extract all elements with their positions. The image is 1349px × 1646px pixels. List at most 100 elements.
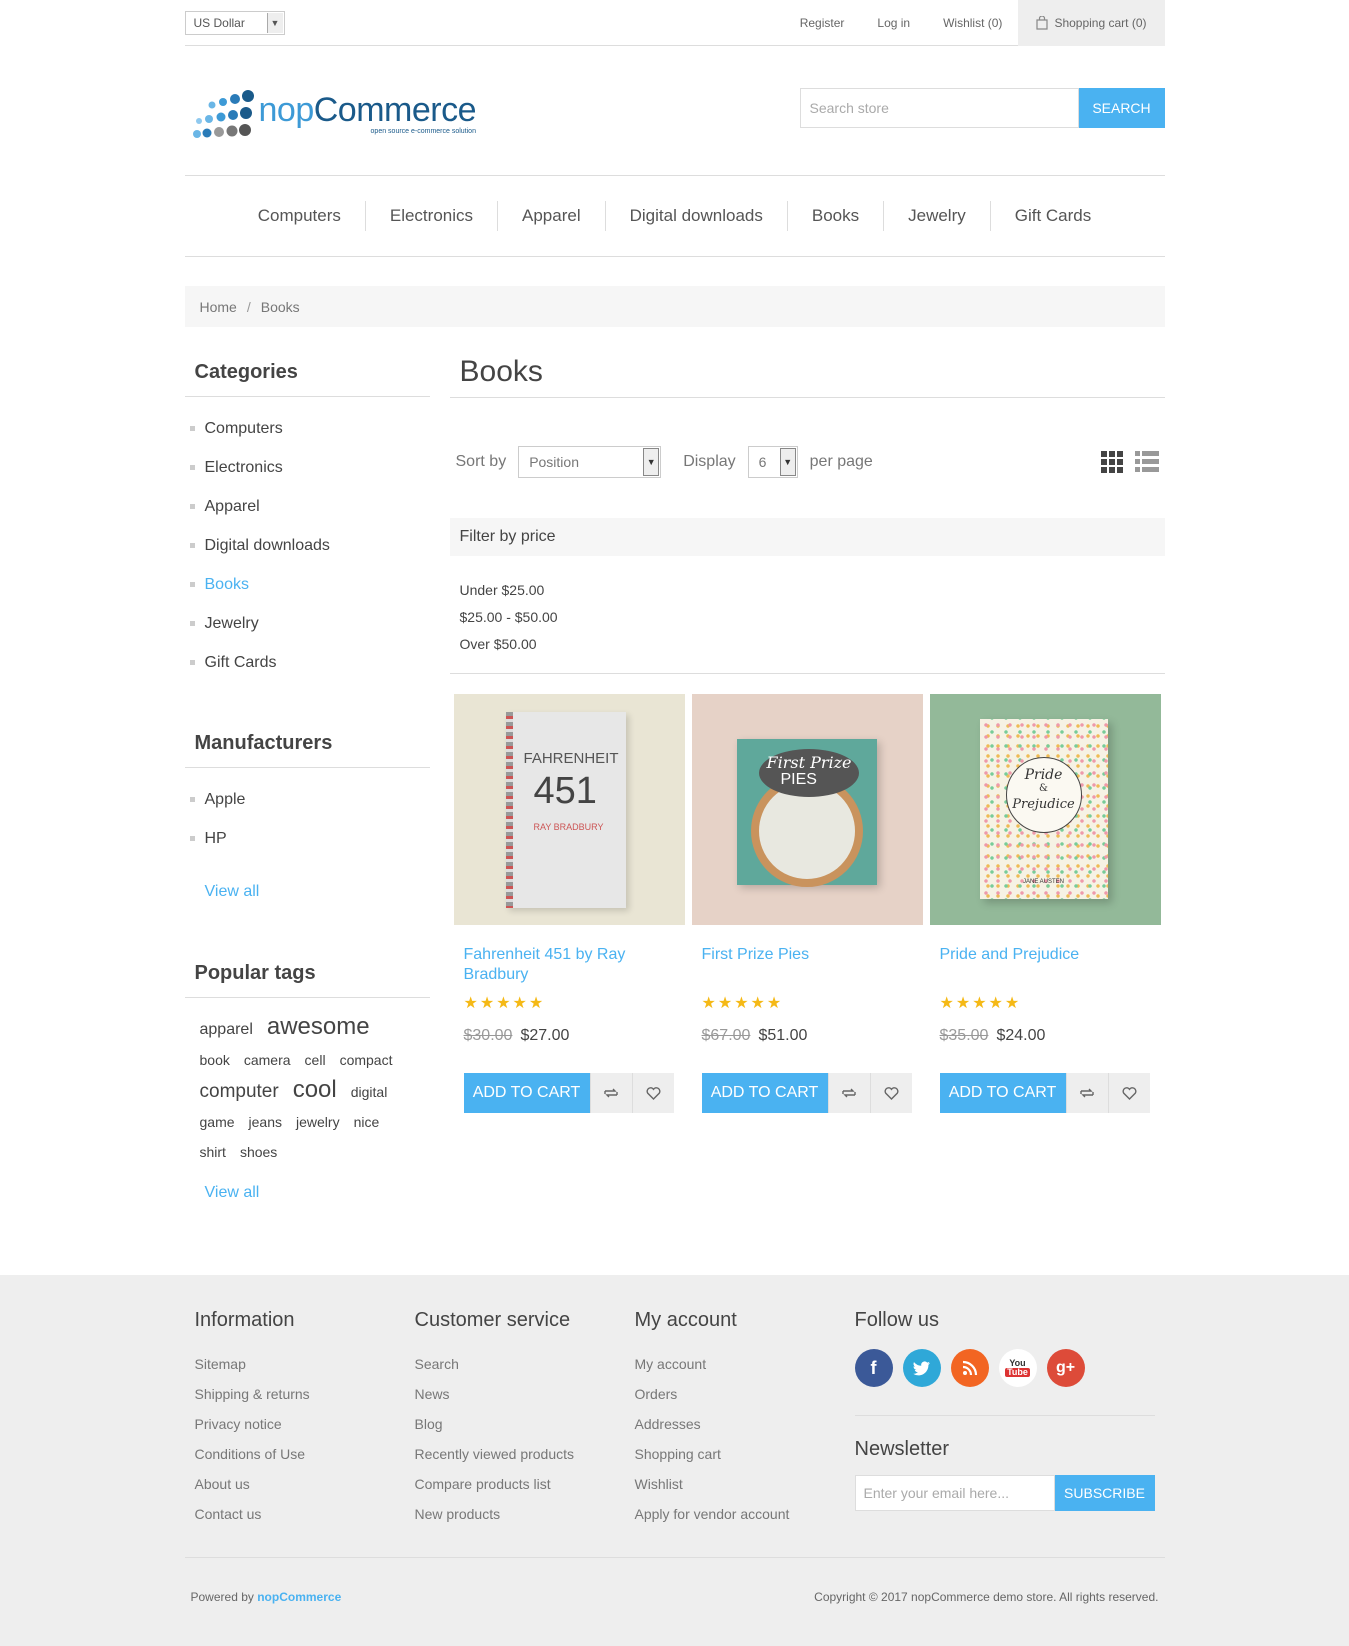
twitter-bird-icon bbox=[912, 1360, 930, 1375]
price-filter-option[interactable]: Under $25.00 bbox=[460, 576, 1155, 603]
youtube-icon[interactable]: You Tube bbox=[998, 1349, 1037, 1387]
breadcrumb-home[interactable]: Home bbox=[200, 299, 237, 315]
add-to-compare-button[interactable] bbox=[1065, 1073, 1108, 1113]
footer-link[interactable]: Contact us bbox=[195, 1499, 405, 1529]
facebook-icon[interactable]: f bbox=[854, 1349, 893, 1387]
nav-item[interactable]: Gift Cards bbox=[991, 201, 1116, 231]
footer-link[interactable]: Search bbox=[415, 1349, 625, 1379]
tag-link[interactable]: digital bbox=[351, 1077, 388, 1107]
list-view-icon[interactable] bbox=[1134, 451, 1159, 473]
category-item[interactable]: Computers bbox=[185, 409, 430, 448]
search-input[interactable]: Search store bbox=[799, 87, 1079, 128]
nav-item[interactable]: Computers bbox=[234, 201, 366, 231]
register-link[interactable]: Register bbox=[800, 16, 845, 30]
footer-link[interactable]: Privacy notice bbox=[195, 1409, 405, 1439]
tag-link[interactable]: cool bbox=[293, 1075, 337, 1105]
star-icon: ★ bbox=[528, 995, 544, 1012]
nav-item[interactable]: Books bbox=[788, 201, 885, 231]
tag-link[interactable]: awesome bbox=[267, 1012, 370, 1042]
category-item[interactable]: Apparel bbox=[185, 487, 430, 526]
product-image[interactable]: FAHRENHEIT 451 RAY BRADBURY bbox=[453, 694, 685, 925]
google-plus-icon[interactable]: g+ bbox=[1046, 1349, 1085, 1387]
nav-item[interactable]: Electronics bbox=[366, 201, 498, 231]
add-to-cart-button[interactable]: ADD TO CART bbox=[701, 1073, 828, 1113]
footer-link[interactable]: Compare products list bbox=[415, 1469, 625, 1499]
search-button[interactable]: SEARCH bbox=[1078, 87, 1165, 128]
old-price: $35.00 bbox=[939, 1027, 989, 1044]
category-item[interactable]: Electronics bbox=[185, 448, 430, 487]
add-to-cart-button[interactable]: ADD TO CART bbox=[939, 1073, 1066, 1113]
tag-link[interactable]: camera bbox=[244, 1045, 291, 1075]
manufacturer-item[interactable]: Apple bbox=[185, 780, 430, 819]
grid-view-icon[interactable] bbox=[1100, 451, 1123, 473]
nav-item[interactable]: Digital downloads bbox=[606, 201, 788, 231]
footer-link[interactable]: Conditions of Use bbox=[195, 1439, 405, 1469]
footer-link[interactable]: My account bbox=[635, 1349, 845, 1379]
footer-link[interactable]: Sitemap bbox=[195, 1349, 405, 1379]
footer-link[interactable]: About us bbox=[195, 1469, 405, 1499]
tag-link[interactable]: computer bbox=[200, 1077, 279, 1107]
login-link[interactable]: Log in bbox=[877, 16, 910, 30]
bullet-icon bbox=[189, 504, 195, 509]
tag-link[interactable]: book bbox=[200, 1045, 230, 1075]
tags-view-all-link[interactable]: View all bbox=[185, 1173, 430, 1213]
tag-link[interactable]: nice bbox=[354, 1107, 380, 1137]
add-to-wishlist-button[interactable] bbox=[1107, 1073, 1150, 1113]
newsletter-email-input[interactable]: Enter your email here... bbox=[854, 1475, 1055, 1511]
footer-link[interactable]: Shopping cart bbox=[635, 1439, 845, 1469]
product-title-link[interactable]: Fahrenheit 451 by Ray Bradbury bbox=[454, 925, 685, 989]
twitter-icon[interactable] bbox=[902, 1349, 941, 1387]
tag-link[interactable]: jeans bbox=[249, 1107, 282, 1137]
wishlist-link[interactable]: Wishlist (0) bbox=[943, 16, 1002, 30]
add-to-wishlist-button[interactable] bbox=[631, 1073, 674, 1113]
footer-link[interactable]: Addresses bbox=[635, 1409, 845, 1439]
tag-link[interactable]: jewelry bbox=[296, 1107, 340, 1137]
sort-select[interactable]: Position ▼ bbox=[518, 446, 662, 478]
category-item[interactable]: Jewelry bbox=[185, 604, 430, 643]
nav-item[interactable]: Jewelry bbox=[884, 201, 991, 231]
footer-link[interactable]: Apply for vendor account bbox=[635, 1499, 845, 1529]
page-size-select[interactable]: 6 ▼ bbox=[747, 446, 798, 478]
add-to-compare-button[interactable] bbox=[827, 1073, 870, 1113]
product-image[interactable]: First Prize PIES bbox=[691, 694, 923, 925]
footer-link[interactable]: New products bbox=[415, 1499, 625, 1529]
tag-link[interactable]: compact bbox=[340, 1045, 393, 1075]
price-filter-option[interactable]: $25.00 - $50.00 bbox=[460, 603, 1155, 630]
popular-tags-title: Popular tags bbox=[184, 952, 430, 998]
manufacturer-item[interactable]: HP bbox=[185, 819, 430, 858]
footer-link[interactable]: Shipping & returns bbox=[195, 1379, 405, 1409]
footer-link[interactable]: Recently viewed products bbox=[415, 1439, 625, 1469]
manufacturers-view-all-link[interactable]: View all bbox=[185, 872, 430, 912]
facebook-glyph: f bbox=[870, 1357, 877, 1378]
add-to-wishlist-button[interactable] bbox=[869, 1073, 912, 1113]
star-icon: ★ bbox=[972, 995, 987, 1012]
tag-link[interactable]: game bbox=[200, 1107, 235, 1137]
tag-link[interactable]: shirt bbox=[200, 1137, 226, 1167]
product-title-link[interactable]: Pride and Prejudice bbox=[930, 925, 1161, 989]
category-item[interactable]: Digital downloads bbox=[185, 526, 430, 565]
nav-item[interactable]: Apparel bbox=[498, 201, 606, 231]
site-logo[interactable]: nopCommerce open source e-commerce solut… bbox=[191, 89, 476, 139]
product-image[interactable]: Pride & Prejudice JANE AUSTEN bbox=[929, 694, 1161, 925]
shopping-cart-link[interactable]: Shopping cart (0) bbox=[1018, 0, 1165, 46]
product-title-link[interactable]: First Prize Pies bbox=[692, 925, 923, 989]
currency-selector[interactable]: US Dollar ▼ bbox=[184, 10, 285, 35]
footer-link[interactable]: Blog bbox=[415, 1409, 625, 1439]
rss-icon[interactable] bbox=[950, 1349, 989, 1387]
add-to-cart-button[interactable]: ADD TO CART bbox=[463, 1073, 590, 1113]
category-item-active[interactable]: Books bbox=[185, 565, 430, 604]
footer-link[interactable]: Wishlist bbox=[635, 1469, 845, 1499]
powered-by-brand-link[interactable]: nopCommerce bbox=[257, 1590, 341, 1604]
bullet-icon bbox=[189, 660, 195, 665]
category-item[interactable]: Gift Cards bbox=[185, 643, 430, 682]
tag-link[interactable]: apparel bbox=[200, 1015, 253, 1045]
tag-link[interactable]: shoes bbox=[240, 1137, 277, 1167]
product-rating: ★ ★ ★ ★ ★ bbox=[692, 993, 923, 1013]
price-filter-option[interactable]: Over $50.00 bbox=[460, 630, 1155, 657]
footer-link[interactable]: News bbox=[415, 1379, 625, 1409]
footer-link[interactable]: Orders bbox=[635, 1379, 845, 1409]
add-to-compare-button[interactable] bbox=[589, 1073, 632, 1113]
page-size-value: 6 bbox=[758, 454, 767, 470]
tag-link[interactable]: cell bbox=[305, 1045, 326, 1075]
subscribe-button[interactable]: SUBSCRIBE bbox=[1054, 1475, 1155, 1511]
